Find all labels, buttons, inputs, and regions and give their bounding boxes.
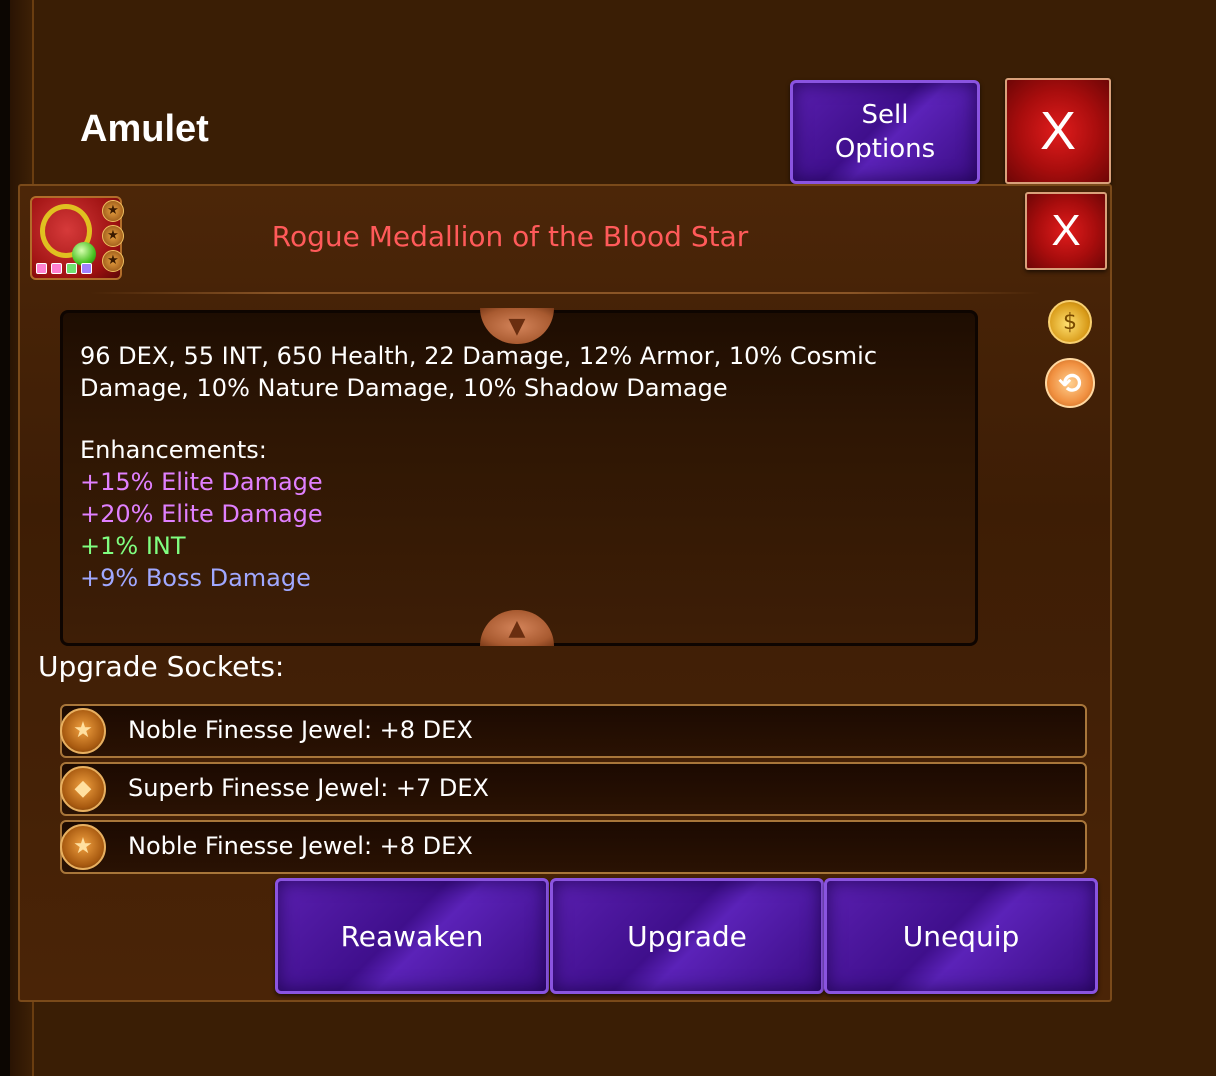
- enhancement-dot: [36, 263, 47, 274]
- enhancements-title: Enhancements:: [80, 436, 267, 464]
- item-stats: 96 DEX, 55 INT, 650 Health, 22 Damage, 1…: [80, 342, 878, 402]
- item-name: Rogue Medallion of the Blood Star: [271, 220, 749, 253]
- star-icon: ★: [102, 225, 124, 247]
- sell-options-button[interactable]: Sell Options: [790, 80, 980, 184]
- enhancement-line: +15% Elite Damage: [80, 468, 323, 496]
- close-item-button[interactable]: X: [1025, 192, 1107, 270]
- close-window-button[interactable]: X: [1005, 78, 1111, 184]
- socket-row[interactable]: Superb Finesse Jewel: +7 DEX: [60, 762, 1087, 816]
- reawaken-button[interactable]: Reawaken: [275, 878, 549, 994]
- socket-row[interactable]: Noble Finesse Jewel: +8 DEX: [60, 820, 1087, 874]
- swap-icon[interactable]: ⟲: [1045, 358, 1095, 408]
- enhancement-line: +20% Elite Damage: [80, 500, 323, 528]
- crystal-jewel-icon: ◆: [60, 766, 106, 812]
- star-icon: ★: [102, 200, 124, 222]
- enhancement-line: +1% INT: [80, 532, 186, 560]
- unequip-button[interactable]: Unequip: [824, 878, 1098, 994]
- star-icon: ★: [102, 250, 124, 272]
- socket-label: Noble Finesse Jewel: +8 DEX: [128, 716, 473, 744]
- header-divider: [90, 292, 1040, 294]
- window-title: Amulet: [80, 108, 209, 150]
- enhancement-dot: [81, 263, 92, 274]
- socket-label: Superb Finesse Jewel: +7 DEX: [128, 774, 489, 802]
- left-border-strip: [0, 0, 10, 1076]
- star-jewel-icon: ★: [60, 824, 106, 870]
- gold-bag-icon[interactable]: $: [1048, 300, 1092, 344]
- socket-star-column: ★ ★ ★: [102, 200, 124, 272]
- enhancement-dots: [36, 263, 92, 274]
- upgrade-sockets-title: Upgrade Sockets:: [38, 650, 285, 683]
- star-jewel-icon: ★: [60, 708, 106, 754]
- socket-label: Noble Finesse Jewel: +8 DEX: [128, 832, 473, 860]
- enhancement-line: +9% Boss Damage: [80, 564, 311, 592]
- enhancement-dot: [51, 263, 62, 274]
- socket-row[interactable]: Noble Finesse Jewel: +8 DEX: [60, 704, 1087, 758]
- upgrade-button[interactable]: Upgrade: [550, 878, 824, 994]
- enhancement-dot: [66, 263, 77, 274]
